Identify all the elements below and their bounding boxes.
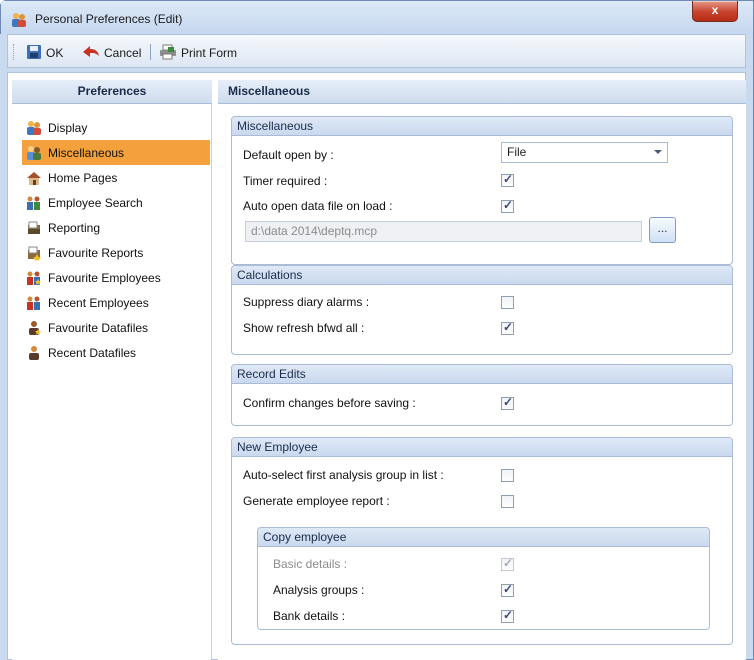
window-title: Personal Preferences (Edit) — [35, 12, 183, 26]
basic-details-label: Basic details : — [273, 557, 348, 571]
sidebar-item-label: Employee Search — [48, 195, 143, 210]
sidebar-item-reporting[interactable]: Reporting — [22, 215, 210, 240]
sidebar-item-favourite-employees[interactable]: Favourite Employees — [22, 265, 210, 290]
sidebar-header: Preferences — [12, 80, 212, 104]
ok-label: OK — [46, 46, 64, 60]
chevron-down-icon — [654, 150, 662, 154]
record-edits-group: Record Edits Confirm changes before savi… — [231, 364, 733, 426]
sidebar-item-display[interactable]: Display — [22, 115, 210, 140]
ok-button[interactable]: OK — [26, 44, 63, 62]
bank-details-checkbox[interactable] — [501, 608, 514, 623]
miscellaneous-group: Miscellaneous Default open by : File Tim… — [231, 116, 733, 265]
sidebar-item-favourite-reports[interactable]: Favourite Reports — [22, 240, 210, 265]
back-arrow-icon — [82, 44, 100, 63]
toolbar-grip[interactable] — [13, 44, 16, 60]
favourite-employees-icon — [26, 270, 42, 286]
copy-employee-group: Copy employee Basic details : Analysis g… — [257, 527, 710, 630]
reporting-icon — [26, 220, 42, 236]
settings-pane: Miscellaneous Miscellaneous Default open… — [218, 80, 746, 660]
sidebar-item-label: Home Pages — [48, 170, 118, 185]
sidebar-item-label: Recent Employees — [48, 295, 149, 310]
group-title: Miscellaneous — [232, 117, 732, 136]
new-employee-group: New Employee Auto-select first analysis … — [231, 437, 733, 645]
favourite-datafiles-icon — [26, 320, 42, 336]
cancel-label: Cancel — [104, 46, 142, 60]
sidebar-item-label: Favourite Employees — [48, 270, 161, 285]
sidebar-item-home-pages[interactable]: Home Pages — [22, 165, 210, 190]
sidebar-item-recent-datafiles[interactable]: Recent Datafiles — [22, 340, 210, 365]
confirm-changes-label: Confirm changes before saving : — [243, 396, 416, 410]
timer-label: Timer required : — [243, 174, 328, 188]
settings-header: Miscellaneous — [218, 80, 746, 104]
default-open-value: File — [507, 145, 527, 159]
employee-search-icon — [26, 195, 42, 211]
recent-employees-icon — [26, 295, 42, 311]
print-icon — [159, 44, 177, 63]
default-open-select[interactable]: File — [501, 142, 668, 163]
close-button[interactable]: x — [692, 1, 738, 22]
preferences-sidebar: Preferences Display Miscellaneous Home P… — [12, 80, 212, 660]
confirm-changes-checkbox[interactable] — [501, 395, 514, 410]
group-title: Record Edits — [232, 365, 732, 384]
analysis-groups-label: Analysis groups : — [273, 583, 365, 597]
analysis-groups-checkbox[interactable] — [501, 582, 514, 597]
miscellaneous-icon — [26, 145, 42, 161]
show-refresh-checkbox[interactable] — [501, 320, 514, 335]
bank-details-label: Bank details : — [273, 609, 346, 623]
sidebar-item-label: Display — [48, 120, 88, 135]
sidebar-item-recent-employees[interactable]: Recent Employees — [22, 290, 210, 315]
recent-datafiles-icon — [26, 345, 42, 361]
save-disk-icon — [26, 44, 42, 63]
sidebar-item-employee-search[interactable]: Employee Search — [22, 190, 210, 215]
window-border — [0, 34, 7, 660]
preferences-nav-list: Display Miscellaneous Home Pages Employe… — [22, 115, 210, 365]
sidebar-item-label: Miscellaneous — [48, 145, 125, 160]
toolbar-separator — [150, 44, 151, 60]
basic-details-checkbox — [501, 556, 514, 571]
sidebar-item-label: Favourite Datafiles — [48, 320, 149, 335]
group-title: Copy employee — [258, 528, 709, 547]
toolbar: OK Cancel Print Form — [7, 34, 746, 68]
title-bar[interactable]: Personal Preferences (Edit) x — [1, 1, 753, 35]
display-icon — [26, 120, 42, 136]
timer-checkbox[interactable] — [501, 172, 514, 187]
auto-select-checkbox[interactable] — [501, 469, 514, 482]
home-pages-icon — [26, 170, 42, 186]
group-title: New Employee — [232, 438, 732, 457]
show-refresh-label: Show refresh bfwd all : — [243, 321, 365, 335]
group-title: Calculations — [232, 266, 732, 285]
favourite-reports-icon — [26, 245, 42, 261]
people-icon — [11, 12, 27, 28]
cancel-button[interactable]: Cancel — [82, 44, 141, 62]
generate-report-label: Generate employee report : — [243, 494, 390, 508]
suppress-alarms-label: Suppress diary alarms : — [243, 295, 370, 309]
sidebar-item-favourite-datafiles[interactable]: Favourite Datafiles — [22, 315, 210, 340]
auto-open-checkbox[interactable] — [501, 198, 514, 213]
calculations-group: Calculations Suppress diary alarms : Sho… — [231, 265, 733, 355]
print-form-button[interactable]: Print Form — [159, 44, 237, 62]
auto-open-label: Auto open data file on load : — [243, 199, 393, 213]
browse-button[interactable]: ... — [649, 217, 676, 243]
sidebar-item-label: Recent Datafiles — [48, 345, 137, 360]
auto-select-label: Auto-select first analysis group in list… — [243, 468, 444, 482]
suppress-alarms-checkbox[interactable] — [501, 296, 514, 309]
print-form-label: Print Form — [181, 46, 238, 60]
sidebar-item-label: Favourite Reports — [48, 245, 144, 260]
data-file-path-field[interactable]: d:\data 2014\deptq.mcp — [245, 221, 642, 242]
sidebar-item-label: Reporting — [48, 220, 101, 235]
sidebar-item-miscellaneous[interactable]: Miscellaneous — [22, 140, 210, 165]
default-open-label: Default open by : — [243, 148, 334, 162]
generate-report-checkbox[interactable] — [501, 495, 514, 508]
